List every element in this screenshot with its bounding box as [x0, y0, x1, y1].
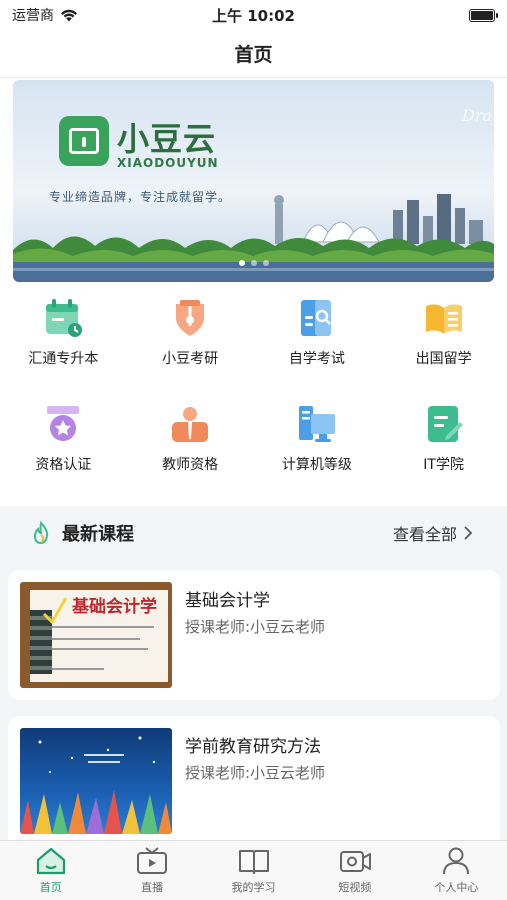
tab-label: 首页: [39, 881, 62, 894]
status-bar: 运营商 上午 10:02: [0, 0, 507, 30]
page-title: 首页: [234, 44, 273, 66]
thumbnail-illustration: [20, 736, 172, 834]
skyline-illustration: [13, 194, 494, 282]
category-liuxue[interactable]: 出国留学: [380, 296, 507, 374]
category-huitong[interactable]: 汇通专升本: [0, 296, 127, 374]
course-teacher: 授课老师:小豆云老师: [185, 618, 326, 636]
tab-profile[interactable]: 个人中心: [406, 841, 507, 900]
carousel-dots: [238, 260, 269, 266]
carousel-dot[interactable]: [262, 260, 269, 266]
category-label: 汇通专升本: [28, 351, 99, 367]
teacher-icon: [172, 407, 209, 442]
category-zixue[interactable]: 自学考试: [254, 296, 381, 374]
category-grid: 汇通专升本 小豆考研 自学考试 出国留学 资格认证 教师资格 计算机等级 IT学…: [0, 296, 507, 480]
flame-icon: [33, 521, 49, 545]
category-jisuanji[interactable]: 计算机等级: [254, 402, 381, 480]
category-label: 出国留学: [415, 351, 472, 367]
course-teacher: 授课老师:小豆云老师: [185, 764, 326, 782]
open-book-icon: [425, 304, 462, 334]
category-it[interactable]: IT学院: [380, 402, 507, 480]
tab-label: 个人中心: [434, 881, 479, 894]
video-camera-icon: [339, 851, 371, 872]
user-icon: [443, 847, 470, 875]
tab-label: 我的学习: [231, 881, 276, 894]
home-icon: [36, 847, 65, 875]
category-label: 资格认证: [35, 457, 92, 473]
book-search-icon: [300, 300, 331, 336]
thumbnail-title: 基础会计学: [72, 597, 157, 617]
tab-my-learning[interactable]: 我的学习: [203, 841, 304, 900]
tab-label: 直播: [141, 881, 164, 894]
tab-short-video[interactable]: 短视频: [304, 841, 405, 900]
brand-logo-icon: [59, 116, 109, 166]
calendar-icon: [46, 299, 83, 337]
category-label: 计算机等级: [281, 457, 352, 473]
course-thumbnail: 基础会计学: [20, 582, 172, 688]
battery-icon: [469, 8, 498, 22]
view-all-link[interactable]: 查看全部: [393, 521, 473, 545]
tv-icon: [137, 847, 168, 874]
wifi-icon: [61, 9, 77, 21]
chevron-right-icon: [464, 526, 473, 540]
banner-brand-en: XIAODOUYUN: [117, 156, 219, 170]
category-label: IT学院: [423, 457, 464, 473]
book-icon: [238, 850, 269, 874]
category-label: 自学考试: [288, 351, 345, 367]
category-zige[interactable]: 资格认证: [0, 402, 127, 480]
computer-icon: [298, 406, 335, 442]
medal-icon: [47, 406, 80, 441]
course-name: 学前教育研究方法: [185, 737, 321, 757]
tab-live[interactable]: 直播: [101, 841, 202, 900]
nav-bar: 首页: [0, 30, 507, 78]
tab-label: 短视频: [338, 881, 372, 894]
checkmark-icon: [42, 597, 68, 625]
course-thumbnail: [20, 728, 172, 834]
banner-corner-text: Dra: [461, 106, 492, 125]
category-jiaoshi[interactable]: 教师资格: [127, 402, 254, 480]
banner-carousel[interactable]: 小豆云 XIAODOUYUN 专业缔造品牌，专注成就留学。 Dra: [13, 80, 494, 282]
note-edit-icon: [427, 406, 463, 442]
carousel-dot[interactable]: [250, 260, 257, 266]
course-card[interactable]: 基础会计学 基础会计学 授课老师:小豆云老师: [8, 570, 500, 700]
category-label: 教师资格: [162, 457, 219, 473]
carousel-dot[interactable]: [238, 260, 245, 266]
category-label: 小豆考研: [162, 351, 219, 367]
banner-brand: 小豆云: [117, 120, 217, 158]
pen-nib-icon: [176, 300, 205, 336]
tab-bar: 首页 直播 我的学习 短视频 个人中心: [0, 840, 507, 900]
view-all-label: 查看全部: [392, 525, 457, 544]
category-kaoyan[interactable]: 小豆考研: [127, 296, 254, 374]
section-title: 最新课程: [62, 524, 134, 545]
latest-courses-header: 最新课程 查看全部: [0, 508, 507, 558]
carrier-label: 运营商: [12, 8, 54, 24]
course-name: 基础会计学: [185, 591, 270, 611]
course-card[interactable]: 学前教育研究方法 授课老师:小豆云老师: [8, 716, 500, 856]
tab-home[interactable]: 首页: [0, 841, 101, 900]
